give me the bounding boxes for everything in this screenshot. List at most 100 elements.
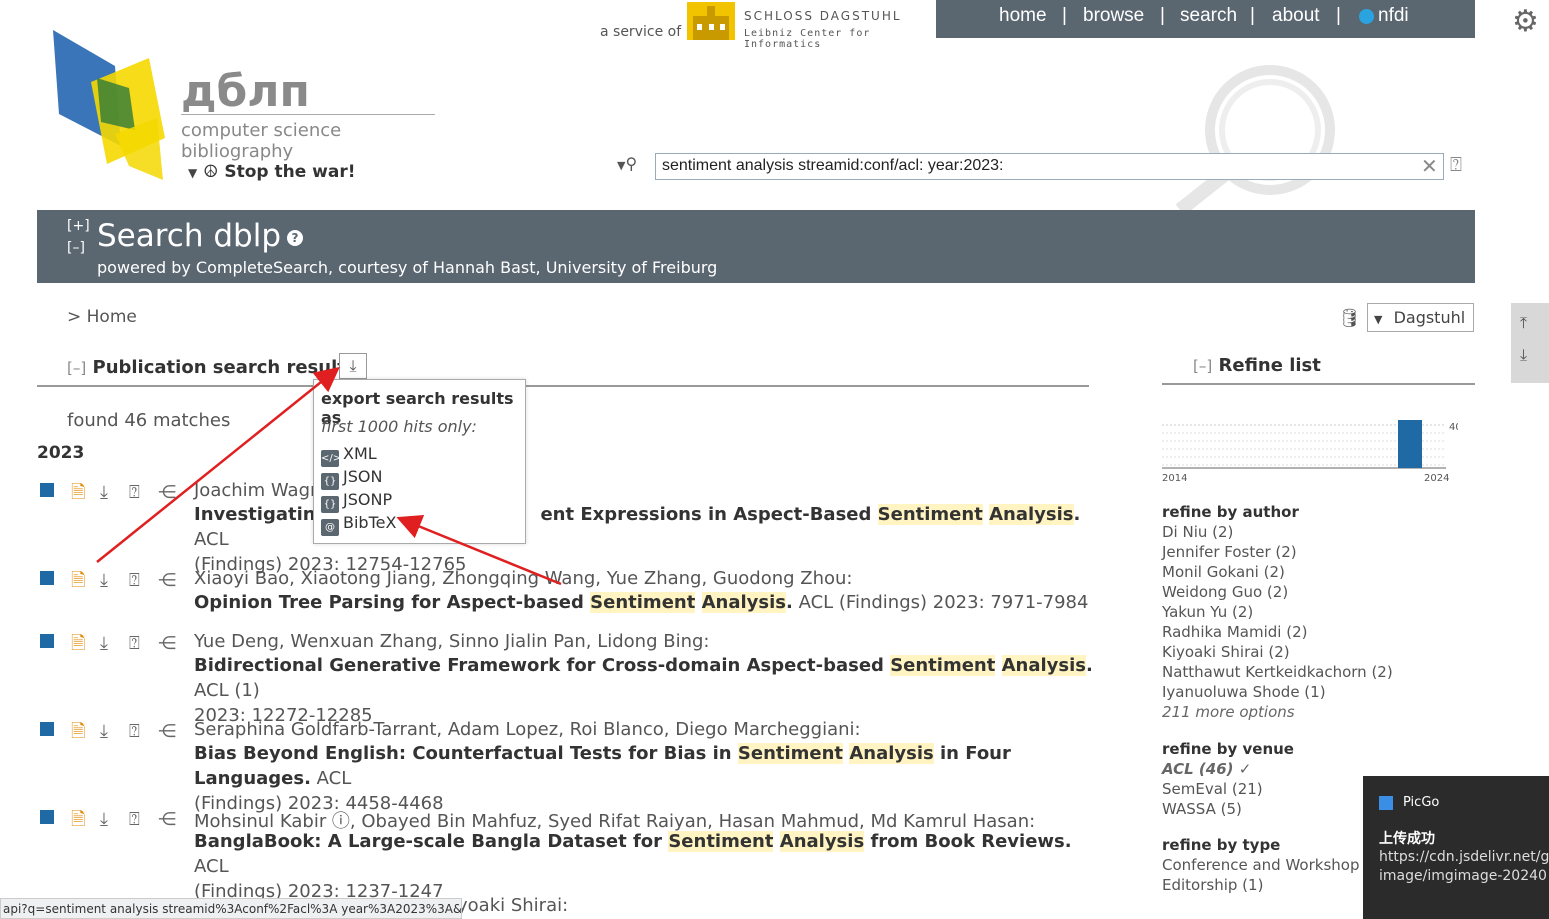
search-related-icon[interactable]: ⍰	[129, 570, 158, 591]
search-help-icon[interactable]: ⍰	[1450, 152, 1462, 176]
nav-browse[interactable]: browse	[1083, 5, 1144, 27]
share-icon[interactable]: ⋲	[158, 570, 187, 591]
entry-authors[interactable]: Joachim Wagn	[194, 480, 321, 501]
search-related-icon[interactable]: ⍰	[129, 721, 158, 742]
gear-icon[interactable]: ⚙	[1512, 4, 1539, 39]
refine-author-item[interactable]: Jennifer Foster (2)	[1162, 543, 1297, 561]
clear-search-icon[interactable]: ✕	[1421, 154, 1438, 178]
search-related-icon[interactable]: ⍰	[129, 633, 158, 654]
entry-title: Opinion Tree Parsing for Aspect-based Se…	[194, 590, 1094, 615]
refine-author-item[interactable]: Radhika Mamidi (2)	[1162, 623, 1307, 641]
electronic-edition-icon[interactable]: 🗎	[71, 480, 100, 510]
highlight: Sentiment	[590, 592, 696, 613]
histogram-bar-2023[interactable]	[1398, 420, 1422, 468]
refine-author-item[interactable]: Iyanuoluwa Shode (1)	[1162, 683, 1326, 701]
export-xml[interactable]: </> XML	[321, 444, 377, 467]
download-icon[interactable]: ⤓	[100, 482, 129, 503]
download-icon[interactable]: ⤓	[100, 570, 129, 591]
nav-search[interactable]: search	[1180, 5, 1237, 27]
hannah-bast-link[interactable]: Hannah Bast	[433, 258, 536, 277]
export-note: first 1000 hits only:	[321, 417, 477, 436]
year-histogram[interactable]: 40 2014 2024	[1162, 415, 1458, 485]
refine-author-more[interactable]: 211 more options	[1162, 703, 1295, 721]
download-icon[interactable]: ⤓	[100, 633, 129, 654]
nav-separator: |	[1336, 5, 1341, 26]
entry-venue[interactable]: ACL	[194, 529, 229, 550]
share-icon[interactable]: ⋲	[158, 809, 187, 830]
electronic-edition-icon[interactable]: 🗎	[71, 568, 100, 598]
entry-tools: 🗎 ⤓ ⍰ ⋲	[71, 807, 187, 837]
download-icon[interactable]: ⤓	[100, 721, 129, 742]
scroll-to-bottom-icon[interactable]: ⤓	[1520, 345, 1527, 365]
notification-line: image/imgimage-20240	[1379, 868, 1547, 884]
jsonp-icon: {}	[321, 496, 339, 513]
nav-about[interactable]: about	[1272, 5, 1320, 27]
download-icon[interactable]: ⤓	[100, 809, 129, 830]
mirror-select[interactable]: ▼ Dagstuhl	[1367, 303, 1474, 332]
search-input[interactable]: sentiment analysis streamid:conf/acl: ye…	[655, 153, 1444, 180]
entry-authors[interactable]: yoaki Shirai:	[457, 895, 568, 916]
refine-author-item[interactable]: Di Niu (2)	[1162, 523, 1233, 541]
breadcrumb[interactable]: > Home	[67, 307, 137, 327]
collapse-all-toggle[interactable]: [–]	[67, 240, 85, 256]
collapse-toggle[interactable]: [–]	[1193, 357, 1212, 375]
export-option-label: JSON	[343, 467, 383, 486]
title-text: BanglaBook: A Large-scale Bangla Dataset…	[194, 831, 669, 852]
entry-type-marker	[40, 722, 54, 736]
title-text: ent Expressions in Aspect-Based	[540, 504, 878, 525]
year-heading: 2023	[37, 443, 85, 463]
export-json[interactable]: {} JSON	[321, 467, 382, 490]
service-of-label: a service of	[600, 24, 682, 40]
highlight: Analysis	[779, 831, 865, 852]
refine-author-item[interactable]: Weidong Guo (2)	[1162, 583, 1288, 601]
completesearch-link[interactable]: CompleteSearch	[196, 258, 328, 277]
nav-home[interactable]: home	[999, 5, 1047, 27]
help-icon[interactable]: ?	[287, 230, 303, 246]
logo-divider	[181, 114, 435, 115]
entry-venue[interactable]: ACL	[194, 856, 229, 877]
entry-venue[interactable]: ACL (1)	[194, 680, 260, 701]
entry-authors[interactable]: Seraphina Goldfarb-Tarrant, Adam Lopez, …	[194, 719, 861, 740]
stop-war-label: Stop the war!	[224, 162, 356, 182]
refine-venue-item[interactable]: WASSA (5)	[1162, 800, 1242, 818]
search-options[interactable]: ▼⚲	[617, 154, 637, 173]
refine-author-item[interactable]: Monil Gokani (2)	[1162, 563, 1285, 581]
refine-author-item[interactable]: Yakun Yu (2)	[1162, 603, 1253, 621]
refine-type-item[interactable]: Conference and Workshop P	[1162, 856, 1373, 874]
powered-mid: , courtesy of	[327, 258, 433, 277]
export-popup: export search results as first 1000 hits…	[313, 379, 526, 544]
stop-war-link[interactable]: ▼ ☮ Stop the war!	[188, 162, 355, 182]
entry-venue[interactable]: ACL	[311, 768, 352, 789]
section-divider	[1162, 383, 1475, 385]
dagstuhl-name: SCHLOSS DAGSTUHL	[744, 9, 902, 23]
entry-authors[interactable]: Yue Deng, Wenxuan Zhang, Sinno Jialin Pa…	[194, 631, 710, 652]
refine-venue-item[interactable]: SemEval (21)	[1162, 780, 1263, 798]
export-download-icon[interactable]: ⤓	[339, 353, 367, 379]
dagstuhl-logo[interactable]: SCHLOSS DAGSTUHL Leibniz Center for Info…	[687, 2, 923, 50]
refine-type-item[interactable]: Editorship (1)	[1162, 876, 1263, 894]
picgo-notification[interactable]: PicGo 上传成功 https://cdn.jsdelivr.net/g im…	[1363, 776, 1549, 919]
electronic-edition-icon[interactable]: 🗎	[71, 631, 100, 661]
collapse-toggle[interactable]: [–]	[67, 359, 86, 377]
share-icon[interactable]: ⋲	[158, 721, 187, 742]
mirror-label: Dagstuhl	[1393, 308, 1466, 327]
dblp-logo-mark-icon	[53, 30, 165, 180]
export-jsonp[interactable]: {} JSONP	[321, 490, 392, 513]
electronic-edition-icon[interactable]: 🗎	[71, 719, 100, 749]
scroll-to-top-icon[interactable]: ⤒	[1520, 313, 1527, 333]
refine-author-item[interactable]: Natthawut Kertkeidkachorn (2)	[1162, 663, 1393, 681]
search-related-icon[interactable]: ⍰	[129, 809, 158, 830]
electronic-edition-icon[interactable]: 🗎	[71, 807, 100, 837]
entry-venue[interactable]: ACL (Findings) 2023: 7971-7984	[793, 592, 1089, 613]
refine-venue-selected[interactable]: ACL (46) ✓	[1162, 760, 1251, 778]
expand-all-toggle[interactable]: [+]	[67, 218, 90, 234]
entry-type-marker	[40, 634, 54, 648]
entry-authors[interactable]: Xiaoyi Bao, Xiaotong Jiang, Zhongqing Wa…	[194, 568, 853, 589]
search-related-icon[interactable]: ⍰	[129, 482, 158, 503]
share-icon[interactable]: ⋲	[158, 633, 187, 654]
export-bibtex[interactable]: @ BibTeX	[321, 513, 396, 536]
university-link[interactable]: University of Freiburg	[546, 258, 718, 277]
refine-author-item[interactable]: Kiyoaki Shirai (2)	[1162, 643, 1290, 661]
nav-nfdi[interactable]: nfdi	[1378, 5, 1409, 27]
share-icon[interactable]: ⋲	[158, 482, 187, 503]
